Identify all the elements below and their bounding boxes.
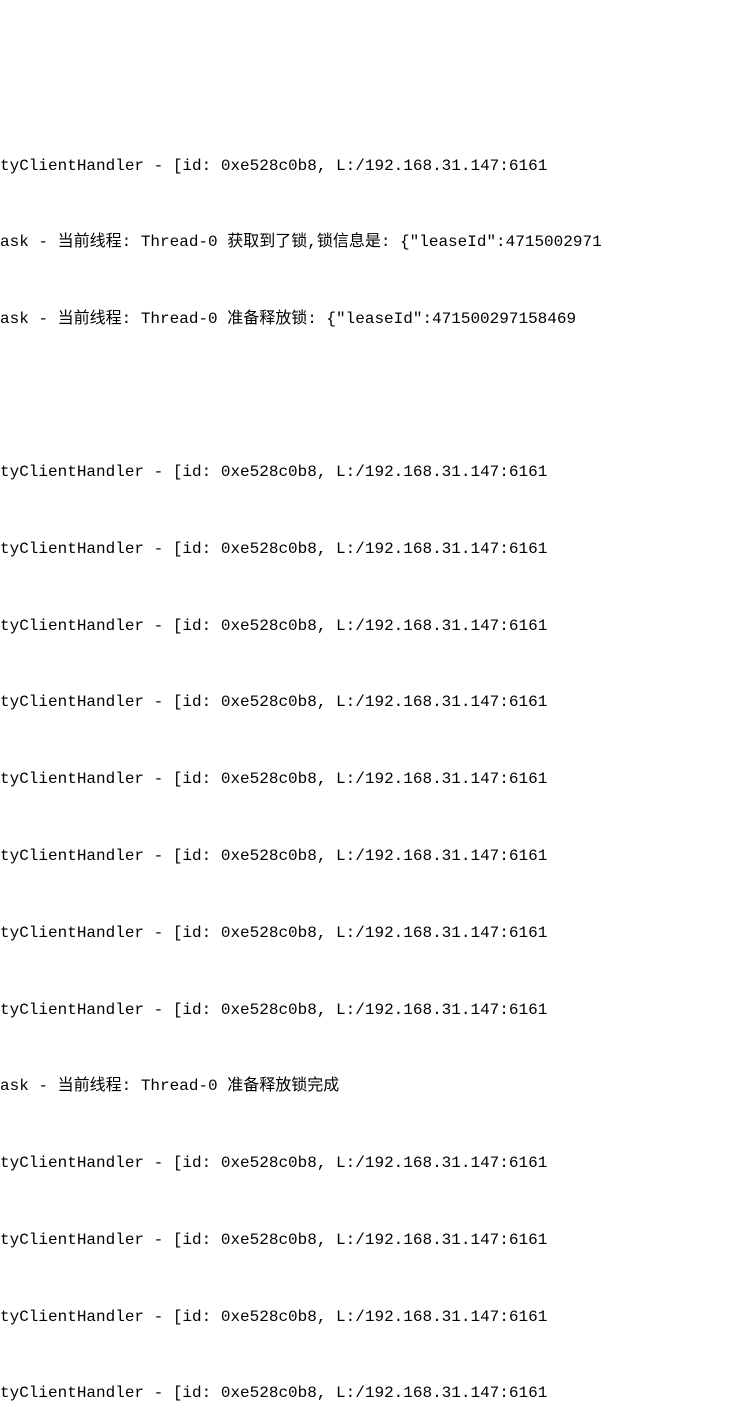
log-line: ask - 当前线程: Thread-0 准备释放锁: {"leaseId":4… bbox=[0, 307, 731, 333]
log-line: tyClientHandler - [id: 0xe528c0b8, L:/19… bbox=[0, 1228, 731, 1254]
log-line: ask - 当前线程: Thread-0 准备释放锁完成 bbox=[0, 1074, 731, 1100]
log-output: tyClientHandler - [id: 0xe528c0b8, L:/19… bbox=[0, 102, 731, 1408]
log-line: tyClientHandler - [id: 0xe528c0b8, L:/19… bbox=[0, 1381, 731, 1407]
log-line: tyClientHandler - [id: 0xe528c0b8, L:/19… bbox=[0, 537, 731, 563]
log-line: tyClientHandler - [id: 0xe528c0b8, L:/19… bbox=[0, 998, 731, 1024]
log-line: tyClientHandler - [id: 0xe528c0b8, L:/19… bbox=[0, 690, 731, 716]
log-line: tyClientHandler - [id: 0xe528c0b8, L:/19… bbox=[0, 767, 731, 793]
log-line: tyClientHandler - [id: 0xe528c0b8, L:/19… bbox=[0, 1151, 731, 1177]
log-line: tyClientHandler - [id: 0xe528c0b8, L:/19… bbox=[0, 844, 731, 870]
blank-line bbox=[0, 384, 731, 409]
log-line: tyClientHandler - [id: 0xe528c0b8, L:/19… bbox=[0, 614, 731, 640]
log-line: tyClientHandler - [id: 0xe528c0b8, L:/19… bbox=[0, 921, 731, 947]
log-line: tyClientHandler - [id: 0xe528c0b8, L:/19… bbox=[0, 460, 731, 486]
log-line: tyClientHandler - [id: 0xe528c0b8, L:/19… bbox=[0, 154, 731, 180]
log-line: tyClientHandler - [id: 0xe528c0b8, L:/19… bbox=[0, 1305, 731, 1331]
log-line: ask - 当前线程: Thread-0 获取到了锁,锁信息是: {"lease… bbox=[0, 230, 731, 256]
